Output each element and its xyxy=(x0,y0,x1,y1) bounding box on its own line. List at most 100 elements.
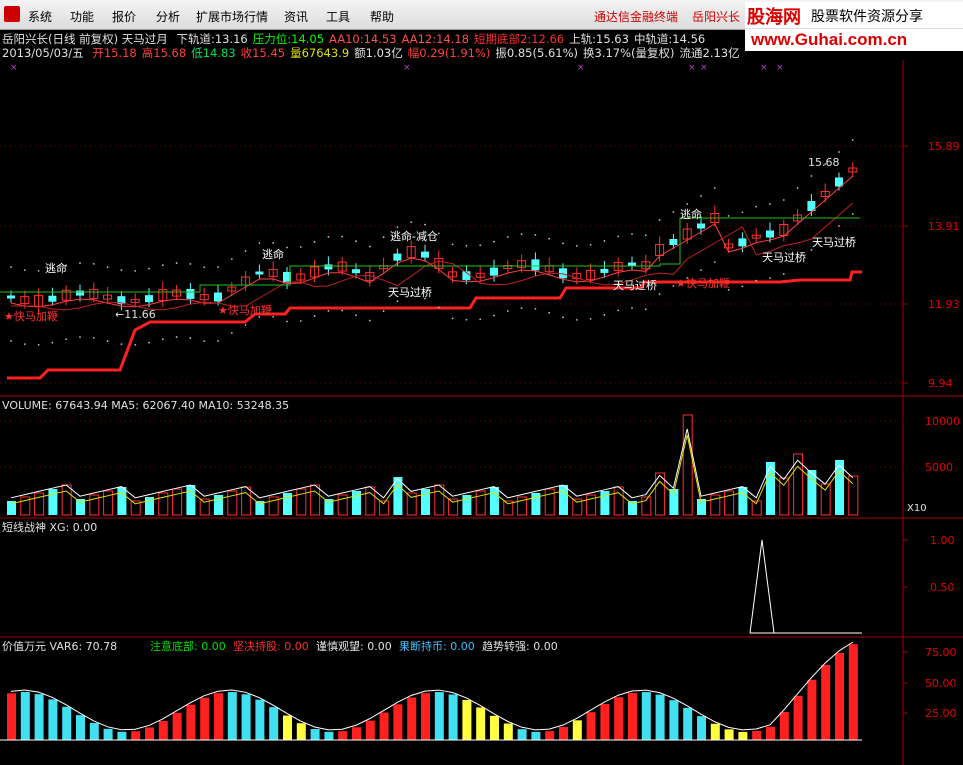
var6-bar xyxy=(172,712,182,740)
band-lower-dot xyxy=(631,307,633,309)
band-upper-dot xyxy=(796,187,799,189)
var6-bar xyxy=(490,715,499,740)
band-lower-dot xyxy=(79,336,81,338)
band-lower-dot xyxy=(520,307,523,310)
var6-bar xyxy=(669,700,679,740)
band-lower-dot xyxy=(355,314,357,317)
band-upper-dot xyxy=(299,246,302,248)
band-upper-dot xyxy=(272,241,275,244)
volume-unit: X10 xyxy=(907,503,927,514)
band-upper-dot xyxy=(313,241,316,243)
chart-annotation: ★快马加鞭 xyxy=(4,309,58,323)
xg-label: 短线战神 XG: 0.00 xyxy=(2,520,97,534)
band-upper-dot xyxy=(644,234,647,237)
chart-annotation: 逃命-减仓 xyxy=(390,229,438,243)
chart-annotation: 逃命 xyxy=(262,247,284,261)
band-lower-dot xyxy=(120,343,123,346)
band-upper-dot xyxy=(520,233,523,236)
chart-annotation: 15.68 xyxy=(808,156,840,169)
band-upper-dot xyxy=(838,151,840,153)
band-upper-dot xyxy=(575,244,578,247)
band-upper-dot xyxy=(603,240,606,242)
var6-bar xyxy=(793,695,803,740)
band-lower-dot xyxy=(203,340,206,343)
volume-label: VOLUME: 67643.94 MA5: 62067.40 MA10: 532… xyxy=(2,399,289,412)
band-lower-dot xyxy=(437,306,440,309)
band-lower-dot xyxy=(51,341,54,344)
var6-bar xyxy=(407,697,417,740)
band-lower-dot xyxy=(37,343,40,346)
signal-marker: × xyxy=(10,63,18,73)
band-upper-dot xyxy=(658,219,661,221)
band-lower-dot xyxy=(148,341,150,344)
kline-chart[interactable]: 15.8913.9111.939.94× × × × × × ×逃命逃命逃命-减仓逃命★快马… xyxy=(0,0,963,765)
candle-down xyxy=(7,295,15,299)
var6-bar xyxy=(738,731,748,740)
band-upper-dot xyxy=(217,266,219,268)
band-lower-dot xyxy=(313,315,316,317)
volume-ma5 xyxy=(10,428,854,499)
band-upper-dot xyxy=(562,242,564,245)
var6-bar xyxy=(628,693,637,740)
var6-bar xyxy=(421,693,430,740)
band-upper-dot xyxy=(741,211,744,214)
band-lower-dot xyxy=(134,343,137,346)
chart-annotation: 逃命 xyxy=(45,261,67,275)
volume-bar-down xyxy=(559,485,568,515)
var6-bar xyxy=(158,720,168,740)
band-lower-dot xyxy=(161,338,164,341)
var6-bar xyxy=(531,731,541,740)
band-lower-dot xyxy=(244,324,247,326)
band-lower-dot xyxy=(700,269,702,271)
var6-bar xyxy=(338,731,348,740)
band-upper-dot xyxy=(479,244,482,247)
var6-bar xyxy=(310,728,320,740)
var6-bar xyxy=(559,727,568,740)
band-upper-dot xyxy=(410,221,413,224)
volume-bar-down xyxy=(490,487,499,515)
price-tick-label: 11.93 xyxy=(928,298,960,311)
band-upper-dot xyxy=(355,240,357,243)
var6-item: 谨慎观望: 0.00 xyxy=(316,639,392,653)
band-upper-dot xyxy=(506,236,509,238)
var6-item: 坚决持股: 0.00 xyxy=(233,639,309,653)
var6-bar xyxy=(434,692,444,740)
var6-bar xyxy=(835,652,844,740)
var6-bar xyxy=(848,644,858,740)
band-upper-dot xyxy=(782,199,785,201)
band-upper-dot xyxy=(755,205,758,208)
volume-bar-down xyxy=(738,487,748,515)
band-lower-dot xyxy=(810,249,813,251)
band-lower-dot xyxy=(713,261,716,263)
signal-marker: × xyxy=(760,63,768,73)
var6-bar xyxy=(393,704,403,740)
band-upper-dot xyxy=(437,232,440,235)
band-upper-dot xyxy=(120,269,123,272)
band-lower-dot xyxy=(106,340,109,342)
band-upper-dot xyxy=(175,262,178,264)
candle-down xyxy=(490,267,498,276)
band-lower-dot xyxy=(382,310,385,313)
var6-bar xyxy=(710,723,720,740)
band-lower-dot xyxy=(672,285,675,287)
signal-marker: × xyxy=(688,63,696,73)
band-lower-dot xyxy=(65,338,68,341)
band-lower-dot xyxy=(175,336,178,338)
chart-annotation: ←11.66 xyxy=(115,308,156,321)
band-lower-dot xyxy=(92,337,95,339)
band-lower-dot xyxy=(769,277,771,279)
band-lower-dot xyxy=(465,318,468,321)
var6-bar xyxy=(103,728,113,740)
candle-down xyxy=(393,253,402,261)
band-upper-dot xyxy=(341,235,344,238)
candle-down xyxy=(145,295,153,303)
var6-item: 注意底部: 0.00 xyxy=(150,639,226,653)
volume-bar-up xyxy=(613,486,624,516)
band-upper-dot xyxy=(851,139,854,141)
band-lower-dot xyxy=(506,310,509,312)
var6-bar xyxy=(227,692,237,740)
band-upper-dot xyxy=(148,267,150,270)
band-upper-dot xyxy=(244,250,247,252)
band-upper-dot xyxy=(810,175,813,177)
band-upper-dot xyxy=(713,187,716,189)
